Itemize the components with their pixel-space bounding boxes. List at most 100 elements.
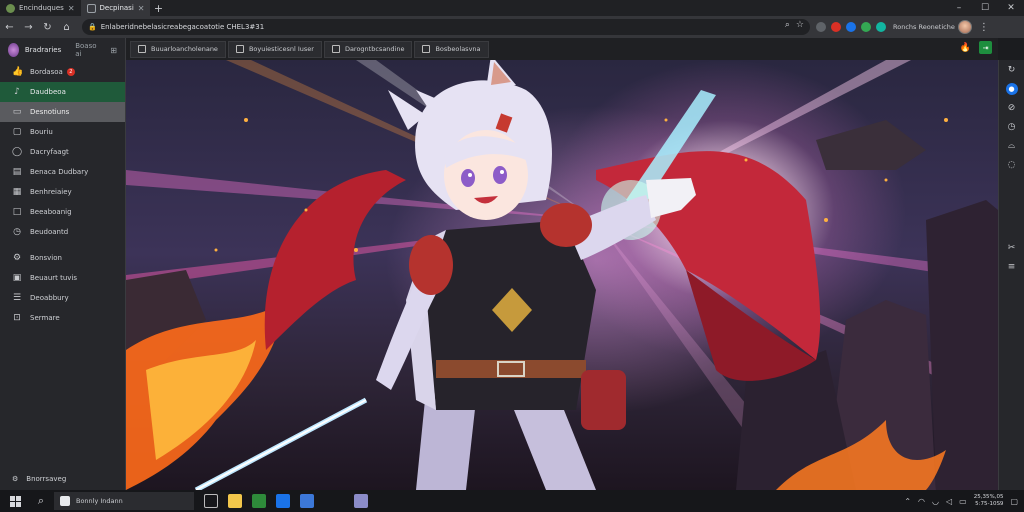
sidebar-item[interactable]: ☰ Deoabbury [0, 288, 125, 308]
sidebar-item[interactable]: ◷ Beudoantd [0, 222, 125, 242]
search-icon[interactable]: ⌕ [30, 490, 52, 512]
sidebar-item-label: Deoabbury [30, 294, 69, 302]
task-view-icon[interactable] [204, 494, 218, 508]
reload-button[interactable]: ↻ [38, 16, 57, 38]
maximize-button[interactable]: ☐ [972, 0, 998, 16]
sidebar-item[interactable]: ▭ Desnotiuns [0, 102, 125, 122]
artwork-viewport[interactable] [126, 60, 998, 490]
folder-icon: ▣ [12, 273, 22, 283]
extension-icon[interactable] [816, 22, 826, 32]
sidebar-item[interactable]: ◯ Dacryfaagt [0, 142, 125, 162]
sidebar-account-name: Bradraries [24, 46, 62, 54]
list-icon[interactable]: ≡ [1006, 261, 1018, 273]
start-button[interactable] [0, 490, 30, 512]
lock-icon: 🔒 [88, 23, 97, 31]
sidebar-item[interactable]: ⊡ Sermare [0, 308, 125, 328]
sidebar-footer-item[interactable]: ⚙ Bnorrsaveg [0, 468, 126, 490]
extension-icon[interactable] [861, 22, 871, 32]
minimize-button[interactable]: – [946, 0, 972, 16]
sidebar-item[interactable]: ♪ Daudbeoa [0, 82, 125, 102]
back-button[interactable]: ← [0, 16, 19, 38]
bookmark-star-icon[interactable]: ☆ [796, 20, 804, 30]
share-button[interactable]: ⇥ [979, 41, 992, 54]
address-bar[interactable]: 🔒 ⌕ ☆ [82, 19, 810, 35]
volume-icon[interactable]: ◁ [946, 497, 952, 506]
floating-rock [816, 120, 926, 170]
assistant-icon[interactable]: ● [1005, 83, 1018, 95]
gear-icon: ⚙ [12, 475, 19, 483]
close-window-button[interactable]: ✕ [998, 0, 1024, 16]
new-tab-button[interactable]: + [150, 0, 166, 16]
sidebar-item[interactable]: 👍 Bordasoa 2 [0, 62, 125, 82]
cape-left [264, 170, 406, 350]
window-controls: – ☐ ✕ [946, 0, 1024, 16]
page-icon [422, 45, 431, 53]
browser-tab-0[interactable]: Encinduques ✕ [0, 0, 81, 16]
avatar[interactable] [8, 43, 19, 57]
browser-icon[interactable] [276, 494, 290, 508]
sidebar-item[interactable]: □ Beeaboanig [0, 202, 125, 222]
browser-menu-icon[interactable]: ⋮ [979, 22, 989, 33]
extension-icon[interactable] [846, 22, 856, 32]
history-icon[interactable]: ◷ [1006, 121, 1018, 133]
system-clock[interactable]: 25,35%,05 5:75-10S9 [974, 494, 1004, 508]
forward-button[interactable]: → [19, 16, 38, 38]
sidebar-item[interactable]: ▢ Bouriu [0, 122, 125, 142]
page-tab[interactable]: Darogntbcsandine [323, 40, 413, 58]
system-tray: ⌃ ◠ ◡ ◁ ▭ 25,35%,05 5:75-10S9 ▢ [904, 490, 1018, 512]
headphones-icon[interactable]: ⌓ [1006, 140, 1018, 152]
network-icon[interactable]: ◠ [918, 497, 925, 506]
tab-close-icon[interactable]: ✕ [138, 4, 145, 13]
url-input[interactable] [100, 23, 741, 31]
page-tab-actions: 🔥 ⇥ [960, 41, 992, 54]
shoulder-left [409, 235, 453, 295]
music-note-icon: ♪ [14, 87, 20, 97]
grid-icon[interactable]: ⊞ [110, 46, 117, 55]
sidebar-item-label: Beeaboanig [30, 208, 72, 216]
mail-icon[interactable] [300, 494, 314, 508]
file-explorer-icon[interactable] [228, 494, 242, 508]
browser-toolbar: ← → ↻ ⌂ 🔒 ⌕ ☆ Ronchs Reonetiche ⋮ [0, 16, 1024, 38]
sidebar-item[interactable]: ⚙ Bonsvion [0, 248, 125, 268]
sidebar-item-label: Bouriu [30, 128, 53, 136]
refresh-icon[interactable]: ↻ [1006, 64, 1018, 76]
tower-far-right [926, 200, 998, 490]
browser-tab-1[interactable]: Decpinasi ✕ [80, 0, 151, 16]
notification-icon[interactable]: ▢ [1010, 497, 1018, 506]
sidebar-item[interactable]: ▦ Benhreiaiey [0, 182, 125, 202]
page-tab-label: Boyuiesticesnl Iuser [248, 45, 314, 53]
scissors-icon[interactable]: ✂ [1006, 242, 1018, 254]
page-tab[interactable]: Buuarloancholenane [130, 40, 226, 58]
anime-artwork [126, 60, 998, 490]
sidebar-header: Bradraries Boaso ai ⊞ [0, 38, 125, 62]
zoom-icon[interactable]: ⌕ [785, 20, 790, 30]
taskbar: ⌕ Bonnly Indann ⌃ ◠ ◡ ◁ ▭ 25,35%,05 5:75… [0, 490, 1024, 512]
page-tab[interactable]: Boyuiesticesnl Iuser [227, 40, 322, 58]
tab-favicon-icon [6, 3, 15, 13]
page-tab-label: Darogntbcsandine [344, 45, 405, 53]
app-green-icon[interactable] [252, 494, 266, 508]
tab-label: Encinduques [19, 4, 64, 12]
flame-icon[interactable]: 🔥 [960, 43, 971, 53]
app-purple-icon[interactable] [354, 494, 368, 508]
extension-icon[interactable] [831, 22, 841, 32]
sidebar-nav: 👍 Bordasoa 2 ♪ Daudbeoa ▭ Desnotiuns ▢ Bouriu ◯ Da… [0, 62, 125, 328]
calendar-icon: ▦ [12, 187, 22, 197]
sidebar-footer-label: Bnorrsaveg [26, 475, 67, 483]
tab-close-icon[interactable]: ✕ [68, 4, 75, 13]
sidebar-item-label: Bonsvion [30, 254, 62, 262]
sidebar-item[interactable]: ▣ Beuaurt tuvis [0, 268, 125, 288]
sidebar-item[interactable]: ▤ Benaca Dudbary [0, 162, 125, 182]
extension-icon[interactable] [876, 22, 886, 32]
battery-icon[interactable]: ▭ [959, 497, 967, 506]
sidebar-item-label: Bordasoa [30, 68, 63, 76]
chevron-up-icon[interactable]: ⌃ [904, 497, 911, 506]
page-tab[interactable]: Bosbeolasvna [414, 40, 489, 58]
chat-icon[interactable]: ◌ [1006, 159, 1018, 171]
profile-button[interactable]: Ronchs Reonetiche [893, 20, 972, 34]
wifi-icon[interactable]: ◡ [932, 497, 939, 506]
link-icon[interactable]: ⊘ [1006, 102, 1018, 114]
taskbar-active-window[interactable]: Bonnly Indann [54, 492, 194, 510]
left-sidebar: Bradraries Boaso ai ⊞ 👍 Bordasoa 2 ♪ Daudbeo… [0, 38, 126, 490]
home-icon[interactable]: ⌂ [57, 16, 76, 38]
